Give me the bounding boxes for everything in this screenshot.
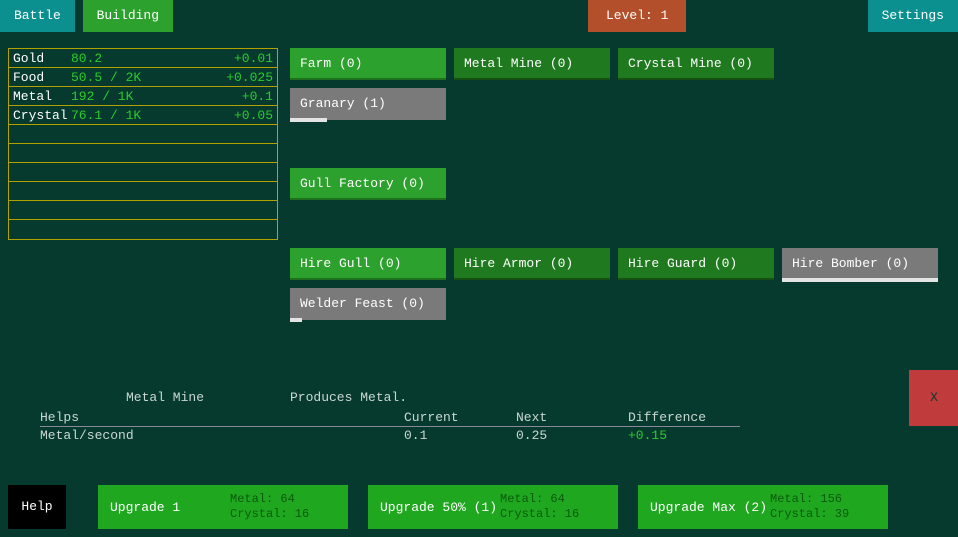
upgrade-cost-metal: Metal: 156 — [770, 492, 849, 507]
detail-title: Metal Mine — [40, 390, 290, 405]
resource-row-empty — [9, 125, 277, 144]
detail-row-current: 0.1 — [404, 427, 516, 445]
building-granary[interactable]: Granary (1) — [290, 88, 446, 120]
help-button[interactable]: Help — [8, 485, 66, 529]
building-gull-factory[interactable]: Gull Factory (0) — [290, 168, 446, 200]
detail-row-diff: +0.15 — [628, 427, 740, 445]
resource-name: Metal — [13, 87, 71, 105]
detail-col-helps: Helps — [40, 409, 404, 427]
upgrade-label: Upgrade 50% (1) — [380, 500, 500, 515]
progress-bar — [782, 278, 938, 282]
resource-value: 80.2 — [71, 49, 191, 67]
upgrade-cost-metal: Metal: 64 — [500, 492, 579, 507]
resource-name: Food — [13, 68, 71, 86]
resource-value: 192 / 1K — [71, 87, 191, 105]
tab-battle[interactable]: Battle — [0, 0, 75, 32]
upgrade-1-button[interactable]: Upgrade 1 Metal: 64 Crystal: 16 — [98, 485, 348, 529]
building-label: Welder Feast (0) — [300, 296, 425, 311]
resource-row-empty — [9, 144, 277, 163]
resource-row-empty — [9, 182, 277, 201]
building-hire-gull[interactable]: Hire Gull (0) — [290, 248, 446, 280]
resource-row-empty — [9, 220, 277, 239]
resource-row: Gold 80.2 +0.01 — [9, 49, 277, 68]
upgrade-cost-crystal: Crystal: 16 — [500, 507, 579, 522]
resource-row: Metal 192 / 1K +0.1 — [9, 87, 277, 106]
detail-row-name: Metal/second — [40, 427, 404, 445]
building-farm[interactable]: Farm (0) — [290, 48, 446, 80]
upgrade-50-button[interactable]: Upgrade 50% (1) Metal: 64 Crystal: 16 — [368, 485, 618, 529]
resource-name: Crystal — [13, 106, 71, 124]
tab-building[interactable]: Building — [83, 0, 173, 32]
detail-col-diff: Difference — [628, 409, 740, 427]
resource-value: 50.5 / 2K — [71, 68, 191, 86]
resource-rate: +0.05 — [191, 106, 273, 124]
upgrade-label: Upgrade 1 — [110, 500, 230, 515]
building-hire-guard[interactable]: Hire Guard (0) — [618, 248, 774, 280]
upgrade-cost-crystal: Crystal: 39 — [770, 507, 849, 522]
building-grid: Farm (0) Metal Mine (0) Crystal Mine (0)… — [290, 48, 950, 328]
building-metal-mine[interactable]: Metal Mine (0) — [454, 48, 610, 80]
building-label: Hire Bomber (0) — [792, 256, 909, 271]
resource-rate: +0.025 — [191, 68, 273, 86]
upgrade-row: Upgrade 1 Metal: 64 Crystal: 16 Upgrade … — [98, 485, 888, 529]
resource-row-empty — [9, 163, 277, 182]
resource-row-empty — [9, 201, 277, 220]
progress-bar — [290, 118, 327, 122]
settings-button[interactable]: Settings — [868, 0, 958, 32]
resource-value: 76.1 / 1K — [71, 106, 191, 124]
detail-col-next: Next — [516, 409, 628, 427]
building-detail-panel: Metal Mine Produces Metal. Helps Current… — [40, 390, 740, 444]
resource-table: Gold 80.2 +0.01 Food 50.5 / 2K +0.025 Me… — [8, 48, 278, 240]
resource-row: Food 50.5 / 2K +0.025 — [9, 68, 277, 87]
upgrade-label: Upgrade Max (2) — [650, 500, 770, 515]
detail-description: Produces Metal. — [290, 390, 407, 405]
detail-col-current: Current — [404, 409, 516, 427]
resource-row: Crystal 76.1 / 1K +0.05 — [9, 106, 277, 125]
upgrade-max-button[interactable]: Upgrade Max (2) Metal: 156 Crystal: 39 — [638, 485, 888, 529]
detail-row-next: 0.25 — [516, 427, 628, 445]
building-hire-armor[interactable]: Hire Armor (0) — [454, 248, 610, 280]
building-crystal-mine[interactable]: Crystal Mine (0) — [618, 48, 774, 80]
level-indicator: Level: 1 — [588, 0, 686, 32]
building-label: Granary (1) — [300, 96, 386, 111]
close-button[interactable]: X — [909, 370, 958, 426]
resource-rate: +0.01 — [191, 49, 273, 67]
detail-row: Metal/second 0.1 0.25 +0.15 — [40, 427, 740, 445]
resource-name: Gold — [13, 49, 71, 67]
upgrade-cost-metal: Metal: 64 — [230, 492, 309, 507]
resource-rate: +0.1 — [191, 87, 273, 105]
upgrade-cost-crystal: Crystal: 16 — [230, 507, 309, 522]
progress-bar — [290, 318, 302, 322]
building-hire-bomber[interactable]: Hire Bomber (0) — [782, 248, 938, 280]
building-welder-feast[interactable]: Welder Feast (0) — [290, 288, 446, 320]
